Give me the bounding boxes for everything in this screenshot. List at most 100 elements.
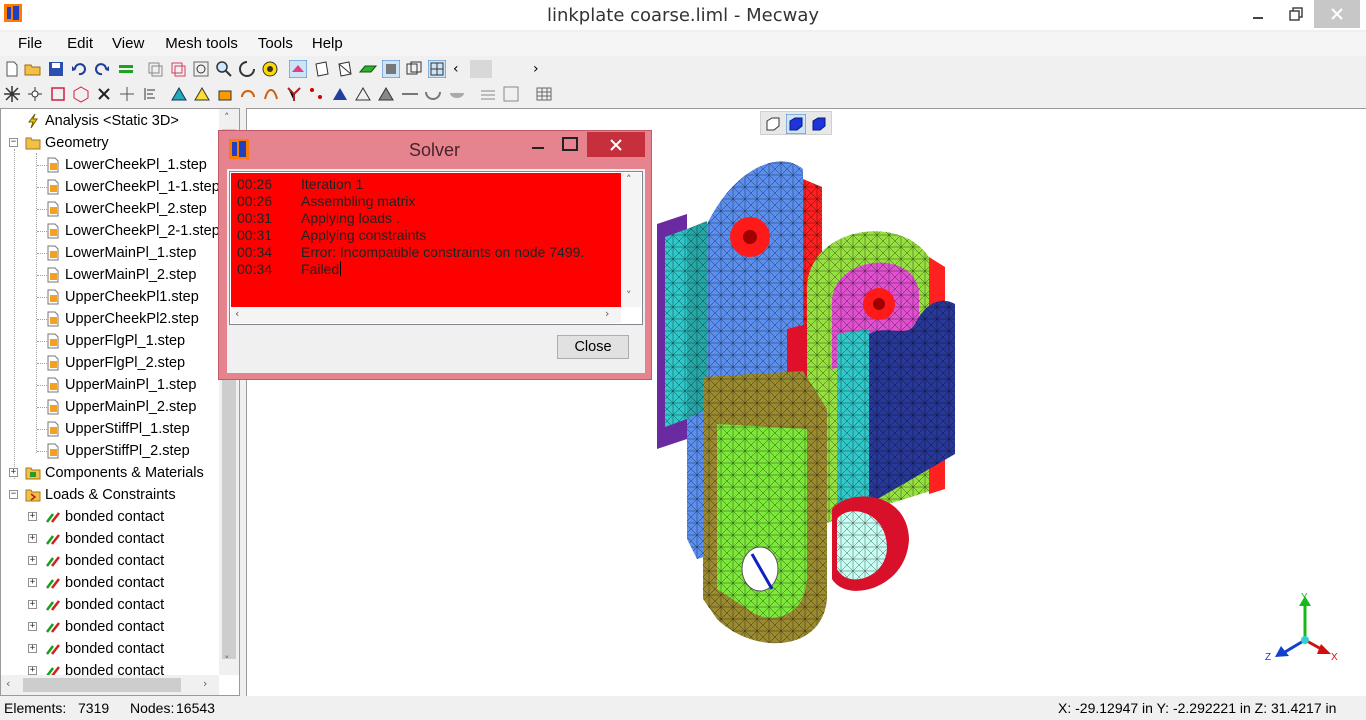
line-icon[interactable]: [401, 85, 419, 103]
revolve-icon[interactable]: [239, 85, 257, 103]
zoom-icon[interactable]: [215, 60, 233, 78]
expander-contact[interactable]: +: [28, 644, 37, 653]
scroll-left-icon[interactable]: ‹: [6, 677, 10, 690]
node-spread-icon[interactable]: [26, 85, 44, 103]
toolbar-scroll-thumb[interactable]: [470, 60, 492, 78]
maximize-button[interactable]: [1274, 0, 1318, 28]
scroll-down-icon[interactable]: ˅: [224, 654, 230, 667]
tree-item-bonded-contact[interactable]: bonded contact: [45, 616, 164, 638]
zoom-box-icon[interactable]: [192, 60, 210, 78]
save-icon[interactable]: [47, 60, 65, 78]
toolbar-scroll-left[interactable]: ‹: [453, 61, 459, 77]
tree-item-geometry-file[interactable]: LowerCheekPl_2-1.step: [45, 220, 220, 242]
tree-item-geometry-file[interactable]: UpperFlgPl_1.step: [45, 330, 185, 352]
paste-mesh-icon[interactable]: [169, 60, 187, 78]
expander-contact[interactable]: +: [28, 556, 37, 565]
scroll-left-icon[interactable]: ‹: [235, 307, 239, 320]
tree-item-geometry-file[interactable]: UpperFlgPl_2.step: [45, 352, 185, 374]
explode-icon[interactable]: [3, 85, 21, 103]
tree-item-components[interactable]: Components & Materials: [25, 462, 204, 484]
redo-icon[interactable]: [93, 60, 111, 78]
mesh-view-icon[interactable]: [428, 60, 446, 78]
copy-mesh-icon[interactable]: [146, 60, 164, 78]
dialog-minimize-button[interactable]: [524, 133, 552, 157]
triangle-filled-icon[interactable]: [377, 85, 395, 103]
scroll-down-icon[interactable]: ˅: [626, 289, 632, 302]
toolbar-scroll-right[interactable]: ›: [533, 61, 539, 77]
tree-item-bonded-contact[interactable]: bonded contact: [45, 550, 164, 572]
expander-geometry[interactable]: −: [9, 138, 18, 147]
wireframe-view-icon[interactable]: [405, 60, 423, 78]
expander-components[interactable]: +: [9, 468, 18, 477]
expander-contact[interactable]: +: [28, 666, 37, 675]
extrude-icon[interactable]: [216, 85, 234, 103]
tree-item-geometry[interactable]: Geometry: [25, 132, 109, 154]
menu-view[interactable]: View: [112, 32, 144, 56]
scroll-right-icon[interactable]: ›: [605, 307, 609, 320]
tree-item-geometry-file[interactable]: UpperCheekPl1.step: [45, 286, 199, 308]
close-window-button[interactable]: [1314, 0, 1360, 28]
branch-icon[interactable]: [285, 85, 303, 103]
tree-item-loads[interactable]: Loads & Constraints: [25, 484, 176, 506]
sweep-icon[interactable]: [262, 85, 280, 103]
tree-item-geometry-file[interactable]: LowerMainPl_1.step: [45, 242, 196, 264]
tree-item-geometry-file[interactable]: LowerMainPl_2.step: [45, 264, 196, 286]
solid-view-icon[interactable]: [382, 60, 400, 78]
wedge-icon[interactable]: [193, 85, 211, 103]
menu-mesh-tools[interactable]: Mesh tools: [165, 32, 238, 56]
tree-item-geometry-file[interactable]: LowerCheekPl_1.step: [45, 154, 207, 176]
undo-icon[interactable]: [70, 60, 88, 78]
fillet-icon[interactable]: [448, 85, 466, 103]
shell-icon[interactable]: [331, 85, 349, 103]
triangle-icon[interactable]: [354, 85, 372, 103]
scroll-right-icon[interactable]: ›: [203, 677, 207, 690]
open-folder-icon[interactable]: [24, 60, 42, 78]
tree-item-geometry-file[interactable]: UpperMainPl_1.step: [45, 374, 196, 396]
menu-tools[interactable]: Tools: [258, 32, 293, 56]
select-nodes-icon[interactable]: [289, 60, 307, 78]
log-horizontal-scrollbar[interactable]: ‹ ›: [231, 307, 621, 323]
expander-contact[interactable]: +: [28, 534, 37, 543]
fit-view-icon[interactable]: [261, 60, 279, 78]
select-faces-icon[interactable]: [313, 60, 331, 78]
tree-item-bonded-contact[interactable]: bonded contact: [45, 506, 164, 528]
tree-item-geometry-file[interactable]: UpperStiffPl_2.step: [45, 440, 190, 462]
close-button[interactable]: Close: [557, 335, 629, 359]
grid-options-icon[interactable]: [502, 85, 520, 103]
expander-contact[interactable]: +: [28, 622, 37, 631]
tree-item-geometry-file[interactable]: UpperMainPl_2.step: [45, 396, 196, 418]
tree-item-bonded-contact[interactable]: bonded contact: [45, 528, 164, 550]
cube-element-icon[interactable]: [72, 85, 90, 103]
tree-item-bonded-contact[interactable]: bonded contact: [45, 638, 164, 660]
scroll-up-icon[interactable]: ˄: [626, 173, 632, 186]
scroll-thumb[interactable]: [23, 678, 181, 692]
refine-icon[interactable]: [479, 85, 497, 103]
menu-help[interactable]: Help: [312, 32, 343, 56]
expander-contact[interactable]: +: [28, 512, 37, 521]
dialog-close-button[interactable]: [587, 132, 645, 157]
arc-icon[interactable]: [424, 85, 442, 103]
split-icon[interactable]: [118, 85, 136, 103]
delete-icon[interactable]: [95, 85, 113, 103]
expander-loads[interactable]: −: [9, 490, 18, 499]
table-icon[interactable]: [535, 85, 553, 103]
new-file-icon[interactable]: [3, 60, 21, 78]
tree-item-analysis[interactable]: Analysis <Static 3D>: [25, 110, 179, 132]
shaded-view-icon[interactable]: [359, 60, 377, 78]
tree-item-bonded-contact[interactable]: bonded contact: [45, 572, 164, 594]
scroll-up-icon[interactable]: ˄: [224, 111, 230, 124]
dialog-maximize-button[interactable]: [556, 133, 584, 157]
tetra-icon[interactable]: [170, 85, 188, 103]
equals-icon[interactable]: [117, 60, 135, 78]
solver-log[interactable]: 00:26 Iteration 1 00:26 Assembling matrix …: [229, 171, 643, 325]
menu-edit[interactable]: Edit: [67, 32, 93, 56]
tree-item-bonded-contact[interactable]: bonded contact: [45, 594, 164, 616]
log-vertical-scrollbar[interactable]: ˄ ˅: [621, 173, 641, 307]
tree-horizontal-scrollbar[interactable]: ‹ ›: [1, 675, 219, 695]
rotate-view-icon[interactable]: [238, 60, 256, 78]
tree-item-geometry-file[interactable]: LowerCheekPl_1-1.step: [45, 176, 220, 198]
select-edges-icon[interactable]: [336, 60, 354, 78]
align-icon[interactable]: [141, 85, 159, 103]
tree-item-geometry-file[interactable]: UpperCheekPl2.step: [45, 308, 199, 330]
menu-file[interactable]: File: [18, 32, 42, 56]
